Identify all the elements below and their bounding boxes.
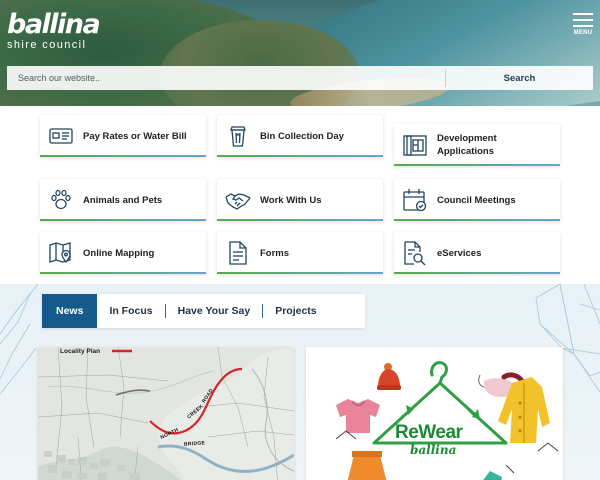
- quick-link-label: eServices: [437, 247, 482, 259]
- quick-link-forms[interactable]: Forms: [217, 232, 383, 274]
- rewear-title: ReWear: [395, 422, 463, 443]
- quick-link-label: Forms: [260, 247, 290, 259]
- rewear-illustration: [335, 361, 559, 480]
- tab-projects[interactable]: Projects: [263, 294, 328, 328]
- map-icon: [48, 240, 74, 266]
- quick-link-development-applications[interactable]: Development Applications: [394, 124, 560, 166]
- tab-in-focus[interactable]: In Focus: [97, 294, 164, 328]
- quick-link-label: Development Applications: [437, 133, 497, 157]
- search-input[interactable]: [7, 66, 445, 90]
- rewear-subtitle: ballina: [410, 443, 457, 457]
- site-search: Search: [7, 66, 593, 90]
- handshake-icon: [225, 187, 251, 213]
- quick-link-eservices[interactable]: eServices: [394, 232, 560, 274]
- menu-button[interactable]: MENU: [570, 13, 596, 39]
- quick-link-online-mapping[interactable]: Online Mapping: [40, 232, 206, 274]
- site-logo[interactable]: ballina shire council: [7, 9, 101, 51]
- search-button[interactable]: Search: [446, 66, 593, 90]
- quick-link-label: Council Meetings: [437, 194, 516, 206]
- logo-tagline: shire council: [7, 39, 87, 51]
- document-icon: [225, 240, 251, 266]
- quick-link-label: Bin Collection Day: [260, 130, 344, 142]
- quick-link-bin-collection[interactable]: Bin Collection Day: [217, 115, 383, 157]
- quick-link-label: Pay Rates or Water Bill: [83, 130, 187, 142]
- quick-link-pay-rates[interactable]: Pay Rates or Water Bill: [40, 115, 206, 157]
- quick-link-label: Work With Us: [260, 194, 322, 206]
- logo-wordmark: ballina: [7, 9, 101, 40]
- bill-icon: [48, 123, 74, 149]
- quick-link-work-with-us[interactable]: Work With Us: [217, 179, 383, 221]
- tab-news[interactable]: News: [42, 294, 98, 328]
- news-section: News In Focus Have Your Say Projects Loc…: [0, 284, 600, 480]
- calendar-icon: [402, 187, 428, 213]
- news-card-rewear[interactable]: ReWear ballina: [306, 347, 563, 480]
- paw-icon: [48, 187, 74, 213]
- bin-icon: [225, 123, 251, 149]
- blueprint-icon: [402, 132, 428, 158]
- hamburger-icon: [573, 13, 593, 31]
- menu-label: MENU: [573, 30, 593, 36]
- quick-link-council-meetings[interactable]: Council Meetings: [394, 179, 560, 221]
- tab-have-your-say[interactable]: Have Your Say: [166, 294, 263, 328]
- map-legend-label: Locality Plan: [60, 348, 101, 355]
- quick-link-animals-pets[interactable]: Animals and Pets: [40, 179, 206, 221]
- quick-link-label: Online Mapping: [83, 247, 155, 259]
- quick-link-label: Animals and Pets: [83, 194, 163, 206]
- locality-map-image: [38, 347, 294, 480]
- search-document-icon: [402, 240, 428, 266]
- hero-banner: ballina shire council MENU Search: [0, 0, 600, 106]
- news-card-locality-plan[interactable]: Locality Plan NORTH CREEK ROAD BRIDGE: [38, 347, 294, 480]
- quick-links: Pay Rates or Water Bill Bin Collection D…: [0, 106, 600, 284]
- news-tabs: News In Focus Have Your Say Projects: [42, 294, 365, 328]
